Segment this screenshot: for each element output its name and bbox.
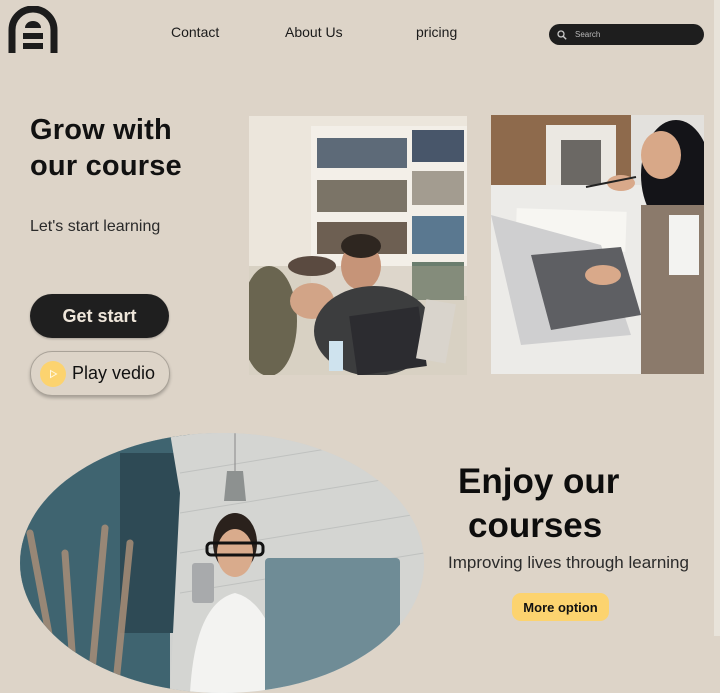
courses-image [20,433,424,693]
play-video-label: Play vedio [72,363,156,383]
courses-title-line1: Enjoy our [458,462,620,501]
courses-title-line2: courses [468,506,603,545]
hero-title-line2: our course [30,150,182,182]
search-input[interactable] [573,29,697,40]
play-icon [40,360,66,387]
hero-subtitle: Let's start learning [30,218,161,235]
hero-image-students [249,116,467,375]
hero-title-line1: Grow with [30,114,172,146]
courses-subtitle: Improving lives through learning [448,553,689,572]
page-edge [714,0,720,636]
more-option-button[interactable]: More option [512,593,609,621]
get-start-button[interactable]: Get start [30,294,169,338]
hero-image-note-taking [491,115,704,374]
play-video-button[interactable]: Play vedio [30,351,170,396]
nav-link-pricing[interactable]: pricing [416,24,457,40]
arch-door-logo-icon[interactable] [8,6,58,54]
search-bar[interactable] [549,24,704,45]
landing-page: Contact About Us pricing Grow with our c… [0,0,714,693]
nav-link-contact[interactable]: Contact [171,24,219,40]
nav-link-about-us[interactable]: About Us [285,24,343,40]
search-icon [557,29,567,40]
courses-title: Enjoy our courses [458,460,619,548]
hero-title: Grow with our course [30,112,182,184]
